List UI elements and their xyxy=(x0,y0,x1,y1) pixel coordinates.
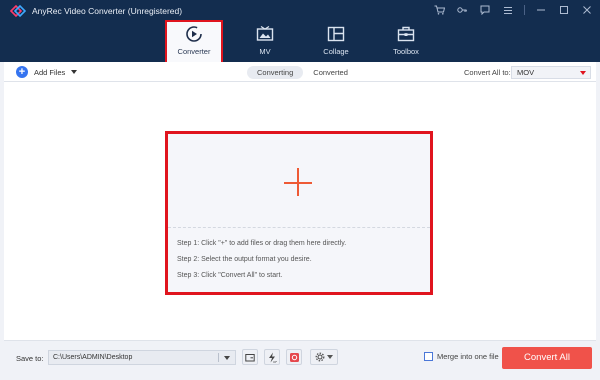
add-files-label: Add Files xyxy=(34,67,66,77)
merge-label: Merge into one file xyxy=(437,352,499,361)
app-logo-icon xyxy=(10,4,26,18)
gpu-icon xyxy=(289,352,299,362)
tab-converter[interactable]: Converter xyxy=(165,20,223,68)
file-list-area: Step 1: Click "+" to add files or drag t… xyxy=(4,82,596,340)
tab-collage[interactable]: Collage xyxy=(308,22,364,66)
convert-all-to-label: Convert All to: xyxy=(464,68,511,77)
output-format-select[interactable]: MOV xyxy=(511,66,591,79)
open-folder-button[interactable] xyxy=(242,349,258,365)
dropzone-divider xyxy=(168,227,430,228)
save-path-value: C:\Users\ADMIN\Desktop xyxy=(53,354,133,361)
convert-all-button[interactable]: Convert All xyxy=(502,347,592,369)
step-2-text: Step 2: Select the output format you des… xyxy=(177,256,312,263)
close-icon[interactable] xyxy=(580,3,594,17)
minimize-icon[interactable] xyxy=(534,3,548,17)
controls-divider xyxy=(524,5,525,15)
chevron-down-icon xyxy=(327,355,333,359)
chevron-down-icon[interactable] xyxy=(224,356,230,360)
high-speed-button[interactable] xyxy=(286,349,302,365)
converted-tab[interactable]: Converted xyxy=(303,66,358,79)
svg-text:OFF: OFF xyxy=(273,359,277,362)
app-title: AnyRec Video Converter (Unregistered) xyxy=(32,6,183,16)
window-controls xyxy=(423,3,594,17)
maximize-icon[interactable] xyxy=(557,3,571,17)
hardware-acceleration-button[interactable]: OFF xyxy=(264,349,280,365)
add-icon: + xyxy=(16,66,28,78)
main-tabs: Converter MV Collage Toolbox xyxy=(0,20,600,68)
converting-tab[interactable]: Converting xyxy=(247,66,304,79)
key-icon[interactable] xyxy=(455,3,469,17)
view-switch: Converting Converted xyxy=(247,66,358,79)
collage-icon xyxy=(325,25,347,43)
gear-icon xyxy=(315,352,325,362)
mv-icon xyxy=(254,25,276,43)
save-path-field[interactable]: C:\Users\ADMIN\Desktop xyxy=(48,350,236,365)
converter-icon xyxy=(183,25,205,43)
title-bar: AnyRec Video Converter (Unregistered) Co… xyxy=(0,0,600,68)
step-3-text: Step 3: Click "Convert All" to start. xyxy=(177,272,283,279)
add-files-button[interactable]: + Add Files xyxy=(16,66,78,78)
chevron-down-icon xyxy=(580,71,586,75)
merge-checkbox[interactable] xyxy=(424,352,433,361)
settings-button[interactable] xyxy=(310,349,338,365)
bottom-bar: Save to: C:\Users\ADMIN\Desktop OFF Merg… xyxy=(4,340,596,376)
merge-option[interactable]: Merge into one file xyxy=(424,352,499,361)
folder-icon xyxy=(245,353,255,361)
save-to-label: Save to: xyxy=(16,354,44,363)
tab-label: MV xyxy=(259,47,271,56)
field-divider xyxy=(218,353,219,362)
chevron-down-icon[interactable] xyxy=(71,70,78,74)
tab-label: Collage xyxy=(323,47,349,56)
feedback-icon[interactable] xyxy=(478,3,492,17)
cart-icon[interactable] xyxy=(432,3,446,17)
tab-mv[interactable]: MV xyxy=(237,22,293,66)
app-window: AnyRec Video Converter (Unregistered) Co… xyxy=(0,0,600,380)
toolbox-icon xyxy=(395,25,417,43)
tab-label: Converter xyxy=(177,47,211,56)
add-file-plus-icon[interactable] xyxy=(284,168,314,198)
step-1-text: Step 1: Click "+" to add files or drag t… xyxy=(177,240,347,247)
converter-toolbar: + Add Files Converting Converted Convert… xyxy=(4,62,596,82)
tab-toolbox[interactable]: Toolbox xyxy=(378,22,434,66)
menu-icon[interactable] xyxy=(501,3,515,17)
lightning-icon: OFF xyxy=(269,352,277,363)
tab-label: Toolbox xyxy=(393,47,419,56)
output-format-value: MOV xyxy=(517,68,535,77)
drop-zone[interactable]: Step 1: Click "+" to add files or drag t… xyxy=(165,131,433,295)
